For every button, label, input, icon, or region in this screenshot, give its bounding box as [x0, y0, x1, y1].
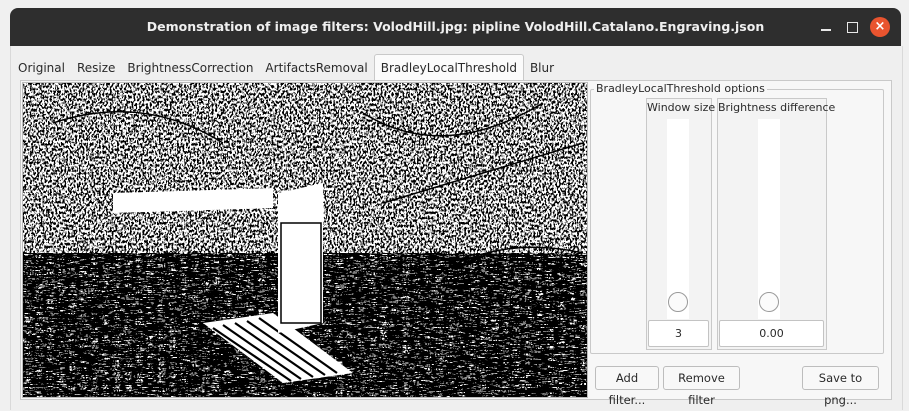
tab-resize[interactable]: Resize	[71, 55, 121, 79]
close-icon: ×	[870, 17, 890, 37]
brightness-difference-slider[interactable]	[758, 119, 780, 319]
add-filter-button[interactable]: Add filter...	[595, 366, 659, 407]
remove-filter-button[interactable]: Remove filter	[663, 366, 740, 407]
title-bar[interactable]: Demonstration of image filters: VolodHil…	[10, 8, 901, 46]
brightness-difference-panel: Brightness difference	[717, 98, 836, 350]
minimize-icon	[821, 29, 831, 31]
brightness-difference-value[interactable]: 0.00	[719, 320, 824, 347]
options-group-title: BradleyLocalThreshold options	[594, 82, 767, 95]
maximize-icon	[846, 21, 858, 33]
tab-bradley-local-threshold[interactable]: BradleyLocalThreshold	[373, 54, 524, 80]
tab-artifacts-removal[interactable]: ArtifactsRemoval	[259, 55, 373, 79]
engraving-image	[23, 83, 587, 397]
window-size-slider[interactable]	[667, 119, 689, 319]
close-button[interactable]: ×	[870, 17, 890, 37]
tab-original[interactable]: Original	[12, 55, 71, 79]
tab-brightness-correction[interactable]: BrightnessCorrection	[121, 55, 259, 79]
tab-blur[interactable]: Blur	[524, 55, 560, 79]
image-preview	[22, 82, 588, 398]
window-size-slider-handle[interactable]	[668, 292, 688, 312]
window-size-value[interactable]: 3	[648, 320, 709, 347]
window-size-label: Window size	[647, 101, 716, 114]
brightness-difference-label: Brightness difference	[718, 101, 836, 114]
window-title: Demonstration of image filters: VolodHil…	[146, 19, 765, 34]
maximize-button[interactable]	[842, 17, 862, 37]
filter-tabs: Original Resize BrightnessCorrection Art…	[12, 54, 560, 80]
save-to-png-button[interactable]: Save to png...	[802, 366, 879, 407]
minimize-button[interactable]	[816, 17, 836, 37]
window-size-panel: Window size	[646, 98, 716, 350]
brightness-difference-slider-handle[interactable]	[759, 292, 779, 312]
